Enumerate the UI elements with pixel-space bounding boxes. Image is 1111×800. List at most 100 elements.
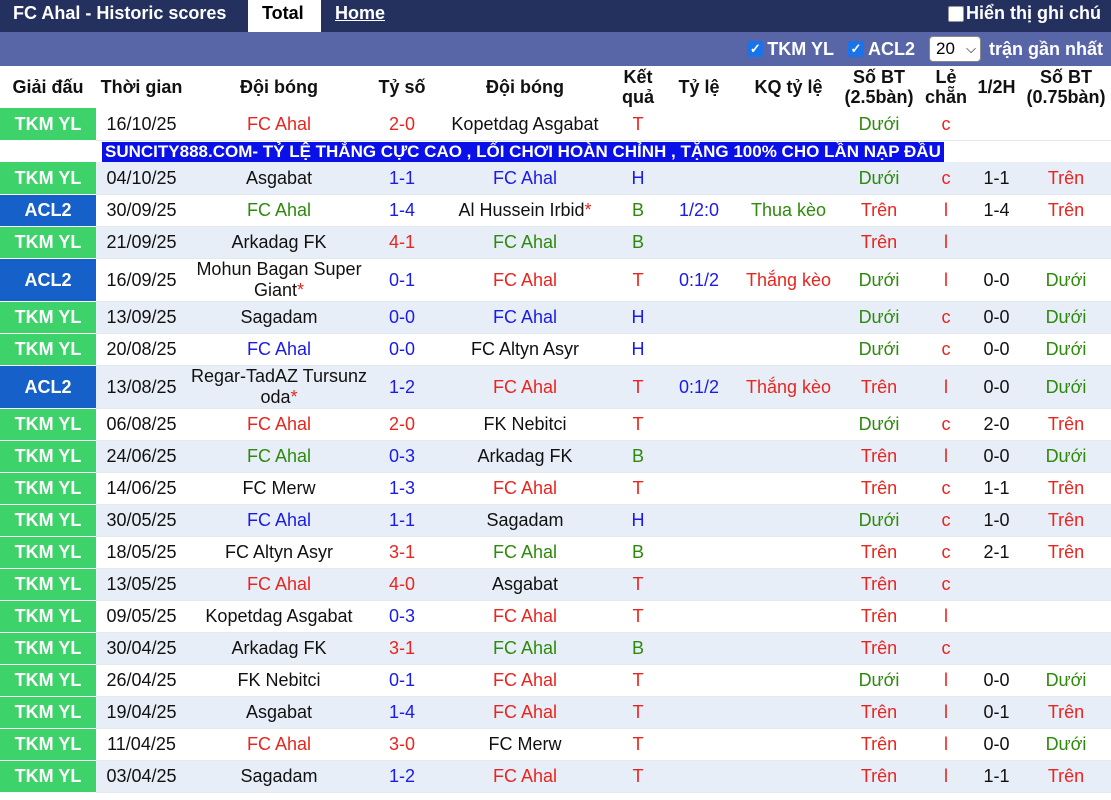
away-team-cell[interactable]: Sagadam — [433, 504, 617, 537]
league-cell[interactable]: TKM YL — [0, 728, 96, 761]
away-team-cell[interactable]: FC Ahal — [433, 162, 617, 195]
home-team-cell[interactable]: Kopetdag Asgabat — [187, 600, 371, 633]
table-row[interactable]: TKM YL 19/04/25 Asgabat 1-4 FC Ahal T Trên l 0-1… — [0, 696, 1111, 729]
table-row[interactable]: TKM YL 13/05/25 FC Ahal 4-0 Asgabat T Trên c — [0, 568, 1111, 601]
league-cell[interactable]: TKM YL — [0, 600, 96, 633]
table-row[interactable]: TKM YL 06/08/25 FC Ahal 2-0 FK Nebitci T Dưới c… — [0, 408, 1111, 441]
filter-league-tkm[interactable]: ✓ TKM YL — [747, 39, 834, 60]
tab-home[interactable]: Home — [321, 0, 399, 32]
show-notes-checkbox[interactable] — [948, 5, 964, 22]
table-row[interactable]: TKM YL 24/06/25 FC Ahal 0-3 Arkadag FK B Trên l… — [0, 440, 1111, 473]
check-icon[interactable]: ✓ — [747, 41, 764, 57]
league-cell[interactable]: TKM YL — [0, 301, 96, 334]
home-team-cell[interactable]: FC Ahal — [187, 568, 371, 601]
home-team-cell[interactable]: Arkadag FK — [187, 632, 371, 665]
away-team-cell[interactable]: FC Ahal — [433, 472, 617, 505]
away-team-cell[interactable]: FC Ahal — [433, 664, 617, 697]
table-row[interactable]: ACL2 16/09/25 Mohun Bagan Super Giant* 0-1 F… — [0, 258, 1111, 302]
home-team-cell[interactable]: FC Ahal — [187, 408, 371, 441]
col-result[interactable]: Kết quả — [617, 66, 659, 108]
away-team-cell[interactable]: FC Ahal — [433, 365, 617, 409]
league-cell[interactable]: TKM YL — [0, 333, 96, 366]
away-team-cell[interactable]: Asgabat — [433, 568, 617, 601]
col-odds[interactable]: Tỷ lệ — [659, 66, 739, 108]
col-half[interactable]: 1/2H — [972, 66, 1021, 108]
tab-total[interactable]: Total — [248, 0, 321, 32]
col-home[interactable]: Đội bóng — [187, 66, 371, 108]
away-team-cell[interactable]: FK Nebitci — [433, 408, 617, 441]
home-team-cell[interactable]: FC Ahal — [187, 333, 371, 366]
home-team-cell[interactable]: Asgabat — [187, 162, 371, 195]
table-row[interactable]: TKM YL 16/10/25 FC Ahal 2-0 Kopetdag Asgabat… — [0, 108, 1111, 141]
col-odd-even[interactable]: Lẻ chẵn — [920, 66, 972, 108]
table-row[interactable]: TKM YL 30/05/25 FC Ahal 1-1 Sagadam H Dưới c 1-0… — [0, 504, 1111, 537]
table-row[interactable]: TKM YL 09/05/25 Kopetdag Asgabat 0-3 FC Ahal… — [0, 600, 1111, 633]
table-row[interactable]: TKM YL 11/04/25 FC Ahal 3-0 FC Merw T Trên l 0-0… — [0, 728, 1111, 761]
home-team-cell[interactable]: Regar-TadAZ Tursunzoda* — [187, 365, 371, 409]
league-cell[interactable]: TKM YL — [0, 696, 96, 729]
home-team-cell[interactable]: FC Merw — [187, 472, 371, 505]
check-icon[interactable]: ✓ — [847, 41, 864, 57]
home-team-cell[interactable]: FC Altyn Asyr — [187, 536, 371, 569]
home-team-cell[interactable]: FC Ahal — [187, 728, 371, 761]
league-cell[interactable]: TKM YL — [0, 536, 96, 569]
ad-banner-link[interactable]: SUNCITY888.COM- TỶ LỆ THẮNG CỰC CAO , LỐ… — [102, 141, 944, 162]
col-score[interactable]: Tỷ số — [371, 66, 433, 108]
table-row[interactable]: TKM YL 03/04/25 Sagadam 1-2 FC Ahal T Trên l 1-1… — [0, 760, 1111, 793]
home-team-cell[interactable]: Sagadam — [187, 760, 371, 793]
league-cell[interactable]: TKM YL — [0, 108, 96, 141]
table-row[interactable]: TKM YL 20/08/25 FC Ahal 0-0 FC Altyn Asyr H Dư… — [0, 333, 1111, 366]
table-row[interactable]: TKM YL 18/05/25 FC Altyn Asyr 3-1 FC Ahal B Tr… — [0, 536, 1111, 569]
league-cell[interactable]: ACL2 — [0, 365, 96, 409]
away-team-cell[interactable]: FC Ahal — [433, 258, 617, 302]
away-team-cell[interactable]: FC Altyn Asyr — [433, 333, 617, 366]
col-goals-25[interactable]: Số BT (2.5bàn) — [838, 66, 920, 108]
home-team-cell[interactable]: Mohun Bagan Super Giant* — [187, 258, 371, 302]
away-team-cell[interactable]: FC Ahal — [433, 536, 617, 569]
home-team-cell[interactable]: FC Ahal — [187, 504, 371, 537]
away-team-cell[interactable]: Al Hussein Irbid* — [433, 194, 617, 227]
league-cell[interactable]: ACL2 — [0, 258, 96, 302]
league-cell[interactable]: TKM YL — [0, 568, 96, 601]
col-away[interactable]: Đội bóng — [433, 66, 617, 108]
league-cell[interactable]: TKM YL — [0, 408, 96, 441]
away-team-cell[interactable]: FC Merw — [433, 728, 617, 761]
league-cell[interactable]: TKM YL — [0, 162, 96, 195]
col-goals-075[interactable]: Số BT (0.75bàn) — [1021, 66, 1111, 108]
home-team-cell[interactable]: Arkadag FK — [187, 226, 371, 259]
league-cell[interactable]: TKM YL — [0, 440, 96, 473]
away-team-cell[interactable]: FC Ahal — [433, 632, 617, 665]
league-cell[interactable]: ACL2 — [0, 194, 96, 227]
home-team-cell[interactable]: FK Nebitci — [187, 664, 371, 697]
table-row[interactable]: ACL2 30/09/25 FC Ahal 1-4 Al Hussein Irbid* B… — [0, 194, 1111, 227]
filter-league-acl2[interactable]: ✓ ACL2 — [847, 39, 915, 60]
home-team-cell[interactable]: FC Ahal — [187, 194, 371, 227]
table-row[interactable]: ACL2 13/08/25 Regar-TadAZ Tursunzoda* 1-2 FC… — [0, 365, 1111, 409]
col-date[interactable]: Thời gian — [96, 66, 187, 108]
away-team-cell[interactable]: Kopetdag Asgabat — [433, 108, 617, 141]
show-notes-toggle[interactable]: Hiển thị ghi chú — [948, 3, 1101, 24]
away-team-cell[interactable]: FC Ahal — [433, 760, 617, 793]
col-league[interactable]: Giải đấu — [0, 66, 96, 108]
table-row[interactable]: TKM YL 13/09/25 Sagadam 0-0 FC Ahal H Dưới c 0-0… — [0, 301, 1111, 334]
away-team-cell[interactable]: FC Ahal — [433, 696, 617, 729]
col-odds-result[interactable]: KQ tỷ lệ — [739, 66, 838, 108]
league-cell[interactable]: TKM YL — [0, 664, 96, 697]
league-cell[interactable]: TKM YL — [0, 760, 96, 793]
table-row[interactable]: TKM YL 30/04/25 Arkadag FK 3-1 FC Ahal B Trên c — [0, 632, 1111, 665]
league-cell[interactable]: TKM YL — [0, 472, 96, 505]
away-team-cell[interactable]: FC Ahal — [433, 600, 617, 633]
league-cell[interactable]: TKM YL — [0, 632, 96, 665]
league-cell[interactable]: TKM YL — [0, 504, 96, 537]
table-row[interactable]: TKM YL 26/04/25 FK Nebitci 0-1 FC Ahal T Dưới l… — [0, 664, 1111, 697]
table-row[interactable]: TKM YL 21/09/25 Arkadag FK 4-1 FC Ahal B Trên l — [0, 226, 1111, 259]
home-team-cell[interactable]: Asgabat — [187, 696, 371, 729]
home-team-cell[interactable]: Sagadam — [187, 301, 371, 334]
home-team-cell[interactable]: FC Ahal — [187, 108, 371, 141]
table-row[interactable]: TKM YL 14/06/25 FC Merw 1-3 FC Ahal T Trên c 1-1… — [0, 472, 1111, 505]
league-cell[interactable]: TKM YL — [0, 226, 96, 259]
away-team-cell[interactable]: Arkadag FK — [433, 440, 617, 473]
home-team-cell[interactable]: FC Ahal — [187, 440, 371, 473]
away-team-cell[interactable]: FC Ahal — [433, 301, 617, 334]
away-team-cell[interactable]: FC Ahal — [433, 226, 617, 259]
